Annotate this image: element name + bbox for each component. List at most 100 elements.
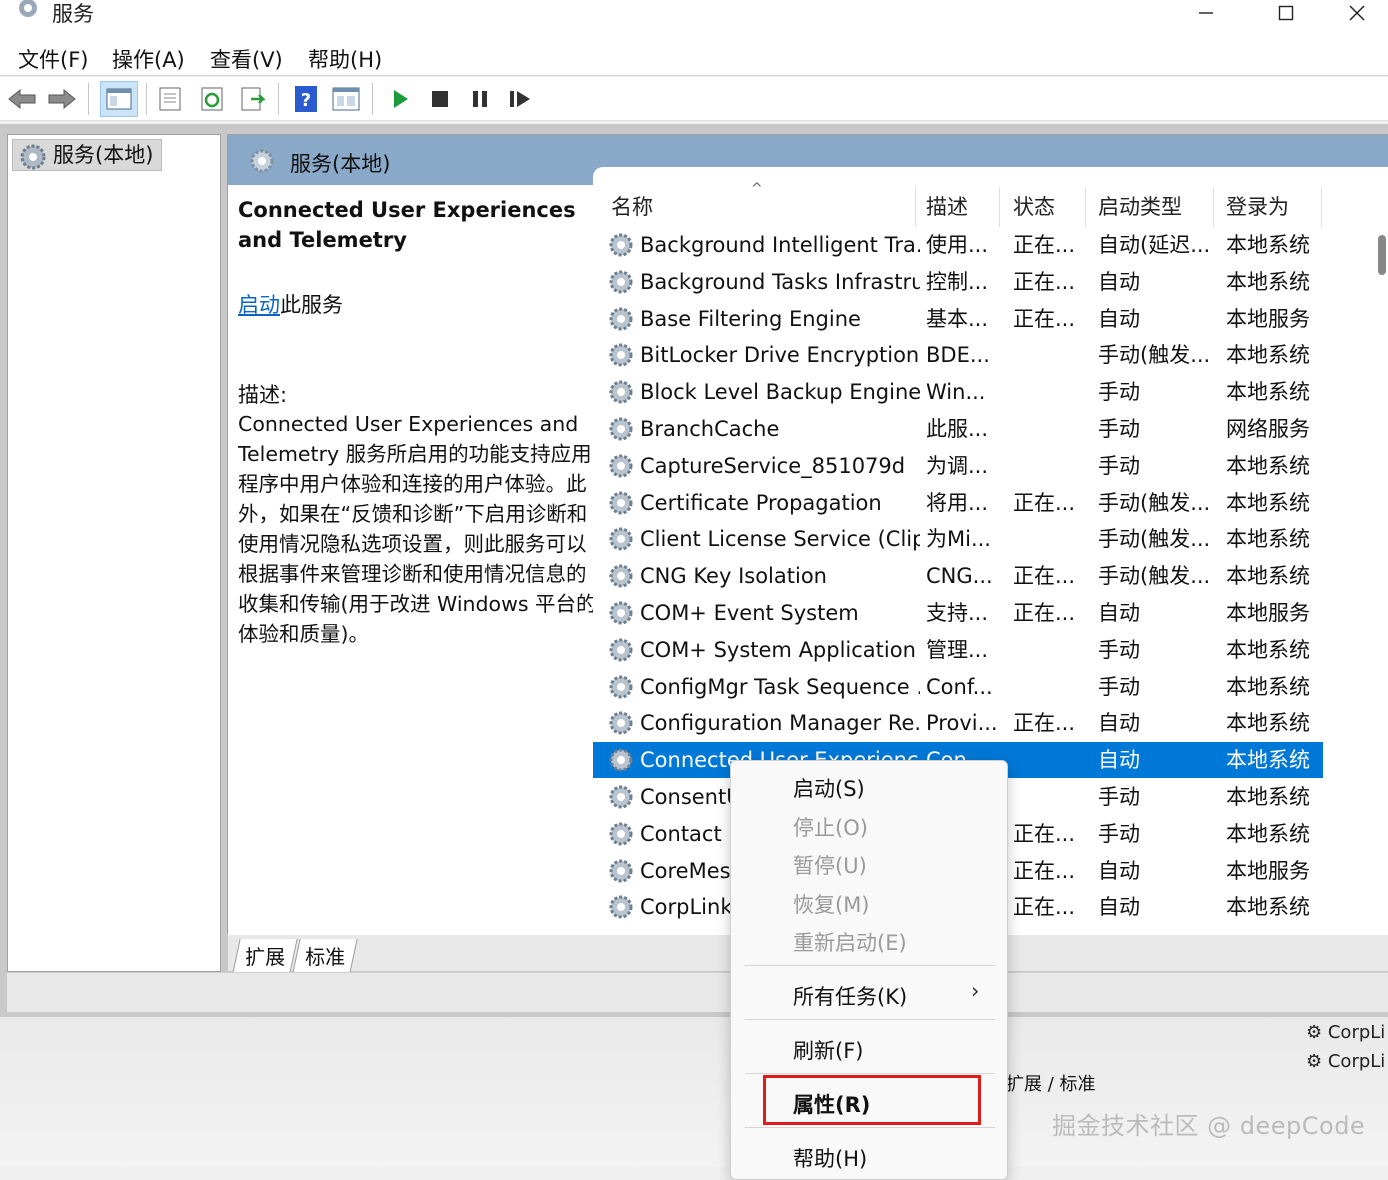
submenu-chevron-icon: ›	[971, 979, 980, 1003]
column-header-desc[interactable]: 描述	[926, 191, 968, 221]
cell-status: 正在...	[1013, 858, 1076, 883]
table-row[interactable]: Base Filtering Engine 基本... 正在... 自动 本地服务	[593, 301, 1323, 337]
service-title: Connected User Experiences and Telemetry	[238, 198, 576, 252]
service-gear-icon	[609, 601, 633, 625]
background-window: ⚙ CorpLi ⚙ CorpLi	[0, 1017, 1388, 1167]
services-gear-icon	[19, 0, 37, 17]
vertical-scrollbar[interactable]	[1378, 235, 1386, 275]
menu-item-all-tasks[interactable]: 所有任务(K)	[793, 981, 907, 1011]
menu-separator	[745, 1073, 995, 1074]
cell-logon: 本地服务	[1226, 306, 1310, 331]
help-button[interactable]: ?	[290, 83, 322, 115]
table-row[interactable]: Background Tasks Infrastru... 控制... 正在... 自…	[593, 264, 1323, 300]
menu-item-properties[interactable]: 属性(R)	[793, 1089, 870, 1119]
cell-startup-type: 自动	[1098, 858, 1140, 883]
menu-item-refresh[interactable]: 刷新(F)	[793, 1035, 863, 1065]
service-gear-icon	[609, 822, 633, 846]
service-gear-icon	[609, 233, 633, 257]
service-gear-icon	[609, 564, 633, 588]
cell-description: Win...	[926, 380, 986, 405]
close-button[interactable]	[1326, 0, 1388, 26]
cell-startup-type: 手动(触发...	[1098, 490, 1211, 515]
table-row[interactable]: Background Intelligent Tra... 使用... 正在... 自…	[593, 227, 1323, 263]
cell-description: 管理...	[926, 637, 989, 662]
cell-name: COM+ System Application	[640, 637, 916, 662]
pause-service-icon	[473, 91, 487, 107]
pause-service-button[interactable]	[464, 83, 496, 115]
cell-startup-type: 手动(触发...	[1098, 564, 1211, 589]
table-row[interactable]: COM+ System Application 管理... 手动 本地系统	[593, 632, 1323, 668]
table-row[interactable]: COM+ Event System 支持... 正在... 自动 本地服务	[593, 595, 1323, 631]
cell-status: 正在...	[1013, 490, 1076, 515]
menu-view[interactable]: 查看(V)	[206, 44, 287, 74]
menu-action[interactable]: 操作(A)	[108, 44, 189, 74]
column-header-logon[interactable]: 登录为	[1226, 191, 1289, 221]
cell-startup-type: 手动	[1098, 380, 1140, 405]
column-header-name[interactable]: 名称	[611, 191, 653, 221]
table-row[interactable]: BranchCache 此服... 手动 网络服务	[593, 411, 1323, 447]
cell-logon: 本地系统	[1226, 233, 1310, 257]
service-gear-icon	[609, 491, 633, 515]
table-row[interactable]: ConfigMgr Task Sequence ... Conf... 手动 本地系统	[593, 669, 1323, 705]
cell-logon: 本地服务	[1226, 601, 1310, 625]
background-list-item: ⚙ CorpLi	[1306, 1051, 1386, 1072]
maximize-button[interactable]	[1246, 0, 1326, 26]
service-gear-icon	[609, 380, 633, 404]
minimize-button[interactable]	[1166, 0, 1246, 26]
cell-logon: 本地系统	[1226, 527, 1310, 552]
menu-separator	[745, 965, 995, 966]
refresh-button[interactable]	[196, 83, 228, 115]
start-service-button[interactable]	[384, 83, 416, 115]
cell-logon: 本地系统	[1226, 564, 1310, 589]
column-divider	[1321, 187, 1322, 227]
service-gear-icon	[609, 417, 633, 441]
context-menu: 启动(S) 停止(O) 暂停(U) 恢复(M) 重新启动(E) 所有任务(K) …	[730, 760, 1008, 1180]
cell-logon: 本地系统	[1226, 895, 1310, 920]
cell-status: 正在...	[1013, 564, 1076, 589]
table-row[interactable]: CaptureService_851079d 为调... 手动 本地系统	[593, 448, 1323, 484]
cell-name: Background Tasks Infrastru...	[640, 269, 920, 294]
properties-button[interactable]	[154, 83, 186, 115]
background-list-item: ⚙ CorpLi	[1306, 1022, 1386, 1043]
table-row[interactable]: Certificate Propagation 将用... 正在... 手动(触发..…	[593, 485, 1323, 521]
back-button[interactable]	[6, 83, 38, 115]
menu-help[interactable]: 帮助(H)	[304, 44, 386, 74]
cell-description: Provi...	[926, 711, 998, 736]
menu-item-pause: 暂停(U)	[793, 854, 867, 878]
export-list-button[interactable]	[236, 83, 268, 115]
table-row[interactable]: Block Level Backup Engine ... Win... 手动 本地系…	[593, 374, 1323, 410]
description-label: 描述:	[238, 383, 288, 407]
menu-item-help[interactable]: 帮助(H)	[793, 1143, 867, 1173]
cell-name: ConfigMgr Task Sequence ...	[640, 674, 920, 699]
column-header-status[interactable]: 状态	[1013, 191, 1055, 221]
show-hide-tree-button[interactable]	[100, 81, 138, 117]
cell-description: 为调...	[926, 453, 989, 478]
menu-file[interactable]: 文件(F)	[14, 44, 92, 74]
cell-name: COM+ Event System	[640, 601, 859, 625]
cell-logon: 网络服务	[1226, 417, 1310, 441]
table-row[interactable]: Client License Service (Clip... 为Mi... 手动(…	[593, 521, 1323, 557]
back-arrow-icon	[8, 88, 36, 110]
menu-item-start[interactable]: 启动(S)	[793, 773, 865, 803]
tab-standard[interactable]: 标准	[292, 939, 358, 973]
console-view-button[interactable]	[330, 83, 362, 115]
cell-logon: 本地系统	[1226, 821, 1310, 846]
tab-extended[interactable]: 扩展	[232, 939, 298, 973]
table-row[interactable]: CNG Key Isolation CNG... 正在... 手动(触发... 本地系统	[593, 558, 1323, 594]
column-divider	[915, 187, 916, 227]
menu-item-resume: 恢复(M)	[793, 893, 870, 917]
cell-status: 正在...	[1013, 233, 1076, 257]
table-row[interactable]: Configuration Manager Re... Provi... 正在...…	[593, 705, 1323, 741]
start-service-link[interactable]: 启动	[238, 293, 280, 317]
table-row[interactable]: BitLocker Drive Encryption ... BDE... 手动(触…	[593, 337, 1323, 373]
cell-status: 正在...	[1013, 821, 1076, 846]
resume-service-button[interactable]	[504, 83, 536, 115]
forward-button[interactable]	[46, 83, 78, 115]
service-gear-icon	[609, 307, 633, 331]
tree-item-services-local[interactable]: 服务(本地)	[12, 139, 163, 171]
service-gear-icon	[609, 343, 633, 367]
cell-startup-type: 自动	[1098, 895, 1140, 920]
stop-service-button[interactable]	[424, 83, 456, 115]
column-header-startup[interactable]: 启动类型	[1098, 191, 1182, 221]
cell-startup-type: 自动	[1098, 748, 1140, 773]
